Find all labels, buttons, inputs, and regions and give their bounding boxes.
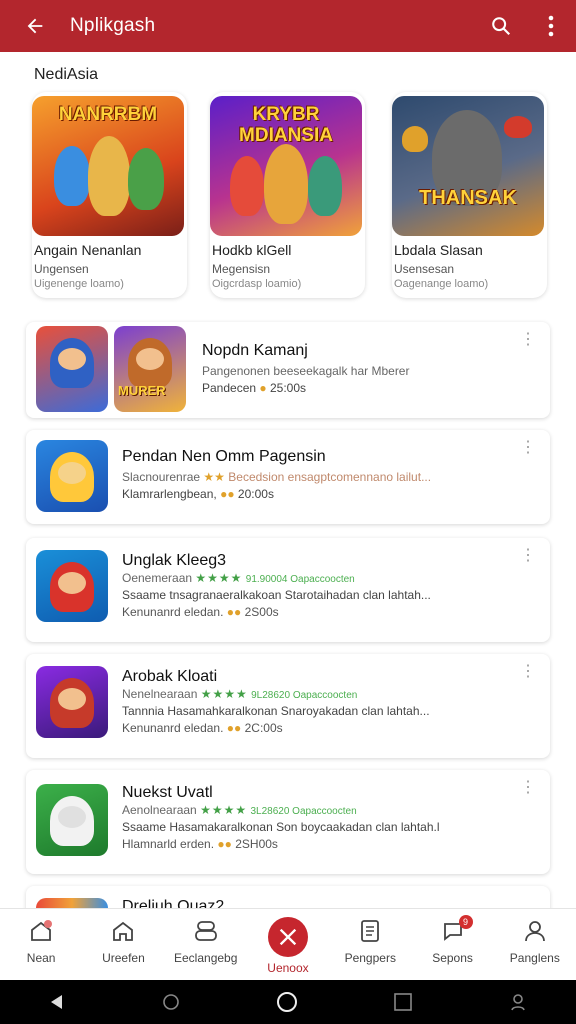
- app-description: Tannnia Hasamahkaralkonan Snaroyakadan c…: [122, 704, 430, 718]
- featured-name: Hodkb klGell: [212, 242, 292, 258]
- app-meta: Klamrarlengbean, ●● 20:00s: [122, 487, 274, 501]
- list-item[interactable]: MURER Nopdn Kamanj Pangenonen beeseekaga…: [26, 322, 550, 418]
- app-description: Ssaame Hasamakaralkonan Son boycaakadan …: [122, 820, 440, 834]
- featured-card[interactable]: THANSAK Lbdala Slasan Usensesan Oagenang…: [392, 92, 547, 298]
- app-meta: Pandecen ● 25:00s: [202, 381, 307, 395]
- app-rating: Nenelnearaan ★★★★ 9L28620 Oapaccoocten: [122, 687, 358, 701]
- center-action-button[interactable]: [267, 917, 308, 957]
- overflow-menu-button[interactable]: [526, 0, 576, 52]
- page-title: Nplikgash: [70, 15, 156, 36]
- art-caption: NANRRBM: [58, 104, 158, 125]
- nav-item-messages[interactable]: 9 Sepons: [411, 909, 493, 978]
- list-item[interactable]: Arobak Kloati Nenelnearaan ★★★★ 9L28620 …: [26, 654, 550, 758]
- featured-art: THANSAK: [392, 96, 544, 236]
- more-vert-icon[interactable]: ⋮: [520, 780, 536, 796]
- nav-item-profile[interactable]: Panglens: [494, 909, 576, 978]
- nav-label: Sepons: [432, 951, 473, 965]
- nav-label: Eeclangebg: [174, 951, 238, 965]
- app-name: Unglak Kleeg3: [122, 552, 227, 569]
- app-description: Slacnourenrae ★★ Becedsion ensagptcomenn…: [122, 470, 432, 484]
- app-name: Arobak Kloati: [122, 668, 218, 685]
- person-icon: [524, 921, 545, 942]
- app-icon: [36, 784, 108, 856]
- nav-item-home[interactable]: Nean: [0, 909, 82, 978]
- more-vert-icon[interactable]: ⋮: [520, 664, 536, 680]
- bottom-navigation: Nean Ureefen Eeclangebg Uenoox Pengpers …: [0, 908, 576, 978]
- section-title: NediAsia: [34, 66, 99, 83]
- icon-badge-text: MURER: [118, 383, 166, 398]
- nav-item-pages[interactable]: Pengpers: [329, 909, 411, 978]
- swords-icon: [279, 928, 297, 946]
- more-vert-icon: [548, 15, 554, 37]
- app-icon: [36, 550, 108, 622]
- featured-card[interactable]: NANRRBM Angain Nenanlan Ungensen Uigenen…: [32, 92, 187, 298]
- app-meta: Kenunanrd eledan. ●● 2S00s: [122, 605, 279, 619]
- app-description: Ssaame tnsagranaeralkakoan Starotaihadan…: [122, 588, 431, 602]
- app-icon: [36, 326, 108, 412]
- list-item[interactable]: Pendan Nen Omm Pagensin Slacnourenrae ★★…: [26, 430, 550, 524]
- nav-label: Uenoox: [267, 961, 309, 975]
- app-meta: Kenunanrd eledan. ●● 2C:00s: [122, 721, 283, 735]
- featured-meta: Uigenenge loamo): [34, 278, 124, 290]
- list-item[interactable]: Unglak Kleeg3 Oenemeraan ★★★★ 91.90004 O…: [26, 538, 550, 642]
- arrow-back-icon: [27, 18, 43, 34]
- app-meta: Hlamnarld erden. ●● 2SH00s: [122, 837, 278, 851]
- assistant-icon[interactable]: [161, 992, 181, 1012]
- featured-art: KRYBR MDIANSIA: [210, 96, 362, 236]
- app-name: Pendan Nen Omm Pagensin: [122, 448, 326, 465]
- system-back-icon[interactable]: [48, 993, 66, 1011]
- featured-card[interactable]: KRYBR MDIANSIA Hodkb klGell Megensisn Oi…: [210, 92, 365, 298]
- nav-item-games[interactable]: Eeclangebg: [165, 909, 247, 978]
- app-name: Nopdn Kamanj: [202, 342, 308, 359]
- app-icon: [36, 666, 108, 738]
- featured-art: NANRRBM: [32, 96, 184, 236]
- search-button[interactable]: [476, 0, 526, 52]
- nav-item-browse[interactable]: Ureefen: [82, 909, 164, 978]
- featured-meta: Oigcrdasp loamio): [212, 278, 302, 290]
- nav-label: Pengpers: [344, 951, 396, 965]
- notification-badge: 9: [458, 915, 473, 929]
- app-bar: Nplikgash: [0, 0, 576, 52]
- list-item[interactable]: Nuekst Uvatl Aenolnearaan ★★★★ 3L28620 O…: [26, 770, 550, 874]
- featured-sub: Megensisn: [212, 262, 271, 276]
- system-navigation-bar: [0, 980, 576, 1024]
- art-caption: THANSAK: [419, 187, 517, 209]
- controller-icon: [194, 921, 217, 941]
- app-description: Pangenonen beeseekagalk har Mberer: [202, 364, 410, 378]
- system-home-icon[interactable]: [276, 991, 298, 1013]
- home-badge-icon: [31, 920, 53, 941]
- app-name: Nuekst Uvatl: [122, 784, 213, 801]
- more-vert-icon[interactable]: ⋮: [520, 332, 536, 348]
- featured-name: Lbdala Slasan: [394, 242, 483, 258]
- app-icon: [36, 440, 108, 512]
- featured-sub: Usensesan: [394, 262, 455, 276]
- back-button[interactable]: [0, 0, 70, 52]
- app-rating: Aenolnearaan ★★★★ 3L28620 Oapaccoocten: [122, 803, 357, 817]
- system-recents-icon[interactable]: [393, 992, 413, 1012]
- search-icon: [492, 17, 511, 36]
- more-vert-icon[interactable]: ⋮: [520, 440, 536, 456]
- nav-item-center[interactable]: Uenoox: [247, 909, 329, 978]
- more-vert-icon[interactable]: ⋮: [520, 548, 536, 564]
- nav-label: Nean: [26, 951, 56, 965]
- nav-label: Panglens: [509, 951, 560, 965]
- app-rating: Oenemeraan ★★★★ 91.90004 Oapaccoocten: [122, 571, 355, 585]
- app-icon: MURER: [114, 326, 186, 412]
- featured-name: Angain Nenanlan: [34, 242, 142, 258]
- house-icon: [113, 921, 134, 941]
- nav-label: Ureefen: [102, 951, 145, 965]
- featured-meta: Oagenange loamo): [394, 278, 489, 290]
- accessibility-icon[interactable]: [508, 992, 528, 1012]
- document-icon: [361, 920, 380, 942]
- featured-sub: Ungensen: [34, 262, 89, 276]
- art-caption: KRYBR MDIANSIA: [239, 104, 333, 146]
